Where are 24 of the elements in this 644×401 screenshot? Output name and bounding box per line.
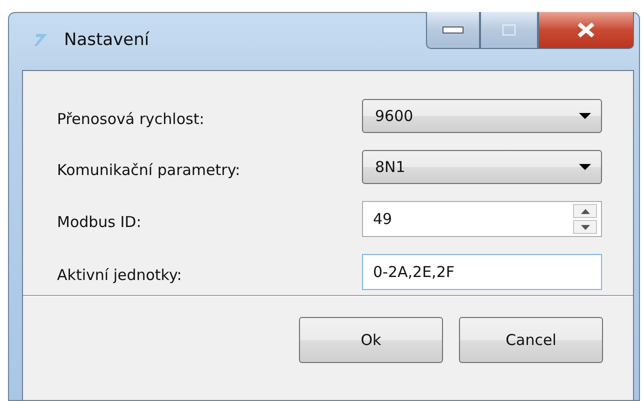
down-arrow-icon bbox=[580, 224, 590, 230]
minimize-button[interactable] bbox=[426, 12, 480, 49]
up-arrow-icon bbox=[580, 208, 590, 214]
field-label: Modbus ID: bbox=[57, 212, 142, 230]
spin-down-button[interactable] bbox=[573, 220, 597, 234]
dropdown-arrow-icon bbox=[579, 164, 591, 170]
minimize-icon bbox=[442, 26, 464, 34]
spin-up-button[interactable] bbox=[573, 204, 597, 218]
close-button[interactable] bbox=[538, 12, 634, 49]
spin-field[interactable]: 49 bbox=[362, 201, 602, 237]
dropdown[interactable]: 9600 bbox=[362, 99, 602, 133]
field-label: Aktivní jednotky: bbox=[57, 266, 183, 284]
app-icon bbox=[32, 31, 50, 49]
dialog-button[interactable]: Ok bbox=[299, 317, 443, 363]
window-title: Nastavení bbox=[64, 30, 150, 50]
field-label: Přenosová rychlost: bbox=[57, 110, 206, 128]
maximize-button[interactable] bbox=[480, 12, 538, 49]
maximize-icon bbox=[502, 24, 516, 36]
dropdown-arrow-icon bbox=[579, 113, 591, 119]
dropdown[interactable]: 8N1 bbox=[362, 150, 602, 184]
input-field[interactable]: 0-2A,2E,2F bbox=[362, 254, 602, 290]
field-label: Komunikační parametry: bbox=[57, 160, 242, 178]
dialog-button[interactable]: Cancel bbox=[459, 317, 603, 363]
close-icon bbox=[577, 22, 595, 38]
